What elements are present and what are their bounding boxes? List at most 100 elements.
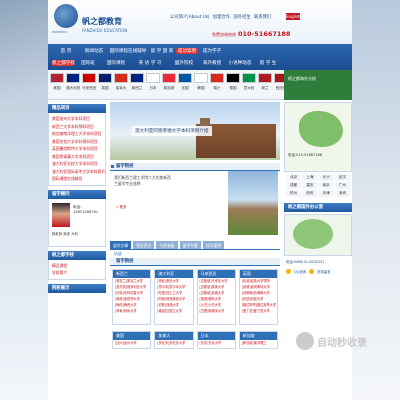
nav-professors[interactable]: 海外教授 bbox=[198, 60, 226, 66]
flag-label[interactable]: 韩国 bbox=[194, 86, 208, 91]
nav-foreign-schools[interactable]: 國外院校 bbox=[170, 60, 198, 66]
flag-label[interactable]: 新加坡 bbox=[162, 86, 176, 91]
nav-intl-class[interactable]: 国际班 bbox=[74, 60, 102, 66]
school-card-title[interactable]: 加拿大 bbox=[155, 332, 193, 340]
project-link[interactable]: 美国名校大学本科预科项目 bbox=[52, 138, 105, 146]
leave-message-link[interactable]: 在线留言 bbox=[317, 269, 331, 274]
project-link[interactable]: 澳大利亚名校大学本科项目 bbox=[52, 160, 105, 168]
school-link-courses[interactable]: 精品课程 bbox=[52, 262, 105, 270]
school-link[interactable]: [加州]加州大学 bbox=[113, 340, 150, 346]
school-card-title[interactable]: 日本 bbox=[197, 332, 235, 340]
tab-visa[interactable]: 签证资讯 bbox=[133, 241, 155, 249]
flag-icon[interactable] bbox=[226, 73, 240, 83]
top-link-recruit[interactable]: 国外招生 bbox=[233, 15, 250, 20]
flag-icon[interactable] bbox=[162, 73, 176, 83]
school-link[interactable]: [爱丁堡]爱丁堡大学 bbox=[240, 308, 277, 314]
city-link[interactable]: 北京 bbox=[286, 174, 302, 181]
english-button[interactable]: English bbox=[286, 13, 300, 20]
city-link[interactable]: 上海 bbox=[302, 174, 318, 181]
flag-label[interactable]: 新西兰 bbox=[130, 86, 144, 91]
school-card-title[interactable]: 新加坡 bbox=[239, 332, 277, 340]
city-link[interactable]: 天津 bbox=[318, 190, 334, 197]
office-map[interactable] bbox=[284, 214, 352, 256]
banner[interactable]: 澳大利亚阿德莱德大学本科项目介绍 bbox=[110, 102, 280, 160]
top-link-join[interactable]: 加盟合作 bbox=[213, 15, 230, 20]
flag-label[interactable]: 马来西亚 bbox=[82, 86, 96, 91]
city-link[interactable]: 长沙 bbox=[318, 174, 334, 181]
flag-label[interactable]: 英国 bbox=[98, 86, 112, 91]
flag-label[interactable]: 加拿大 bbox=[114, 86, 128, 91]
flag-label[interactable]: 瑞士 bbox=[210, 86, 224, 91]
flag-icon[interactable] bbox=[50, 73, 64, 83]
city-link[interactable]: 深圳 bbox=[334, 190, 350, 197]
nav-intl-course[interactable]: 国际课程 bbox=[102, 60, 130, 66]
tab-topics[interactable]: 留学专题 bbox=[179, 241, 201, 249]
top-link-contact[interactable]: 联系我们 bbox=[254, 15, 271, 20]
school-card-title[interactable]: 新西兰 bbox=[113, 270, 151, 278]
project-link[interactable]: 英国曼彻斯特大学本科项目 bbox=[52, 145, 105, 153]
logo-icon[interactable] bbox=[54, 4, 78, 28]
nav-news[interactable]: 新闻动态 bbox=[80, 48, 108, 54]
nav-minor-languages[interactable]: 小语种动态 bbox=[226, 60, 254, 66]
qq-icon[interactable] bbox=[286, 268, 291, 274]
flag-label[interactable]: 荷兰 bbox=[258, 86, 272, 91]
flag-icon[interactable] bbox=[98, 73, 112, 83]
flag-label[interactable]: 法国 bbox=[178, 86, 192, 91]
china-map[interactable]: 电话:010-51667188 bbox=[284, 102, 352, 172]
flag-icon[interactable] bbox=[130, 73, 144, 83]
school-link-intro[interactable]: 学校简介 bbox=[52, 269, 105, 277]
intro-more-link[interactable]: » 更多 bbox=[116, 205, 127, 210]
project-link[interactable]: 美国加州大学本科项目 bbox=[52, 115, 105, 123]
message-icon[interactable] bbox=[309, 268, 315, 274]
nav-fanzhidu-school[interactable]: 帆之都学校 bbox=[52, 60, 75, 66]
school-card-title[interactable]: 美国 bbox=[113, 332, 151, 340]
school-link[interactable]: [林肯]林肯大学 bbox=[113, 308, 150, 314]
flag-label[interactable]: 德国 bbox=[226, 86, 240, 91]
city-link[interactable]: 广州 bbox=[334, 182, 350, 189]
flag-icon[interactable] bbox=[194, 73, 208, 83]
nav-english[interactable]: 英 语 学 习 bbox=[130, 60, 170, 66]
logo-text[interactable]: 帆之都教育 bbox=[82, 16, 122, 27]
city-link[interactable]: 南京 bbox=[318, 182, 334, 189]
city-link[interactable]: 武汉 bbox=[334, 174, 350, 181]
top-link-about[interactable]: 公司简介|About Us| bbox=[170, 15, 210, 20]
school-card-title[interactable]: 英国 bbox=[239, 270, 277, 278]
intro-text[interactable]: 我们新西兰理工学院六大优势新西兰留学专业选择 bbox=[114, 175, 174, 187]
flag-icon[interactable] bbox=[242, 73, 256, 83]
school-card-title[interactable]: 马来西亚 bbox=[197, 270, 235, 278]
project-link[interactable]: 新西兰大学本科预科项目 bbox=[52, 123, 105, 131]
flag-icon[interactable] bbox=[82, 73, 96, 83]
school-link[interactable]: [新加坡]南洋理工 bbox=[240, 340, 277, 346]
qq-consult-link[interactable]: QQ咨询 bbox=[294, 269, 306, 274]
tab-articles[interactable]: 留学文章 bbox=[110, 241, 132, 249]
city-link[interactable]: 重庆 bbox=[302, 182, 318, 189]
flag-label[interactable]: 澳大利亚 bbox=[66, 86, 80, 91]
school-card-title[interactable]: 澳大利亚 bbox=[155, 270, 193, 278]
city-link[interactable]: 西安 bbox=[302, 190, 318, 197]
project-link[interactable]: 美国常青藤大学本科项目 bbox=[52, 153, 105, 161]
project-link[interactable]: 国际课程在线辅导 bbox=[52, 175, 105, 183]
nav-countries[interactable]: 留 学 国 家 bbox=[148, 48, 176, 54]
flag-icon[interactable] bbox=[258, 73, 272, 83]
flag-icon[interactable] bbox=[114, 73, 128, 83]
tab-cases[interactable]: 成功案例 bbox=[202, 241, 224, 249]
project-link[interactable]: 新加坡南洋理工大学本科项目 bbox=[52, 130, 105, 138]
flag-label[interactable]: 美国 bbox=[50, 86, 64, 91]
nav-students-abroad[interactable]: 留 学 生 bbox=[254, 60, 282, 66]
school-link[interactable]: [东京]东京大学 bbox=[198, 340, 235, 346]
school-link[interactable]: [堪培拉]国立大学 bbox=[155, 308, 192, 314]
flag-icon[interactable] bbox=[146, 73, 160, 83]
city-link[interactable]: 杭州 bbox=[286, 190, 302, 197]
nav-success-cases[interactable]: 成功案例 bbox=[176, 48, 198, 54]
school-link[interactable]: [多伦多]多伦多大学 bbox=[155, 340, 192, 346]
tab-preparation[interactable]: 行前准备 bbox=[156, 241, 178, 249]
flag-icon[interactable] bbox=[210, 73, 224, 83]
project-link[interactable]: 澳大利亚国际高中大学本科直升项目 bbox=[52, 168, 105, 176]
flag-label[interactable]: 日本 bbox=[146, 86, 160, 91]
nav-online-tutoring[interactable]: 国际课程在线辅导 bbox=[108, 48, 148, 54]
city-link[interactable]: 成都 bbox=[286, 182, 302, 189]
flag-icon[interactable] bbox=[66, 73, 80, 83]
nav-home[interactable]: 首 页 bbox=[52, 48, 80, 54]
flag-icon[interactable] bbox=[178, 73, 192, 83]
flag-label[interactable]: 意大利 bbox=[242, 86, 256, 91]
